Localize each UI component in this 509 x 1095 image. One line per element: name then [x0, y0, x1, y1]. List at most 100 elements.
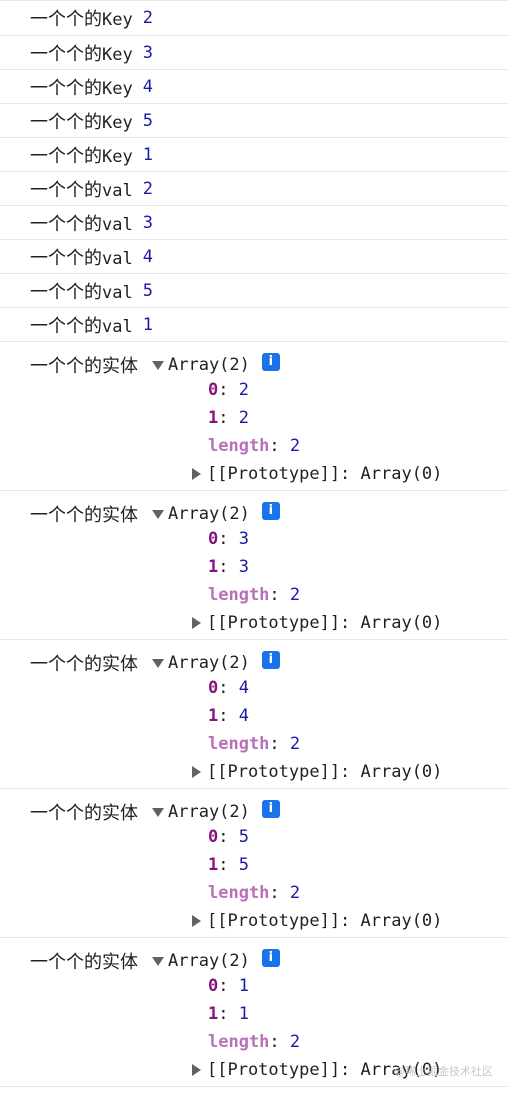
- item-value: 5: [238, 827, 249, 847]
- length-key: length: [208, 883, 270, 903]
- item-value: 2: [238, 380, 249, 400]
- array-type: Array(2): [168, 951, 250, 971]
- triangle-down-icon[interactable]: [152, 509, 164, 519]
- array-header[interactable]: 一个个的实体 Array(2) i: [30, 948, 280, 974]
- array-item: 0: 1: [208, 976, 249, 996]
- log-label-text: 一个个的: [30, 213, 102, 235]
- item-value: 4: [238, 706, 249, 726]
- array-item: 1: 2: [208, 408, 249, 428]
- triangle-right-icon[interactable]: [192, 1064, 201, 1076]
- length-value: 2: [289, 734, 301, 754]
- log-label: 一个个的Key: [30, 40, 133, 66]
- info-icon[interactable]: i: [261, 800, 280, 818]
- prototype-row[interactable]: [[Prototype]]: Array(0): [192, 464, 442, 484]
- triangle-down-icon[interactable]: [152, 956, 164, 966]
- length-key: length: [208, 734, 270, 754]
- array-item: 1: 4: [208, 706, 249, 726]
- triangle-right-icon[interactable]: [192, 468, 201, 480]
- log-label-key: val: [102, 248, 133, 269]
- array-item: 0: 2: [208, 380, 249, 400]
- log-value: 1: [142, 314, 153, 335]
- prototype-row[interactable]: [[Prototype]]: Array(0): [192, 911, 442, 931]
- array-type: Array(2): [168, 653, 250, 673]
- log-label-key: Key: [102, 112, 133, 133]
- index-key: 1: [208, 408, 219, 428]
- log-value: 3: [142, 42, 153, 63]
- log-label-key: Key: [102, 146, 133, 167]
- array-type: Array(2): [168, 504, 250, 524]
- array-item: 0: 4: [208, 678, 249, 698]
- prototype-text: [[Prototype]]: Array(0): [207, 911, 443, 931]
- length-key: length: [208, 1032, 270, 1052]
- triangle-right-icon[interactable]: [192, 766, 201, 778]
- info-icon[interactable]: i: [261, 949, 280, 967]
- triangle-right-icon[interactable]: [192, 915, 201, 927]
- log-label-text: 一个个的: [30, 145, 102, 167]
- log-label-text: 一个个的: [30, 179, 102, 201]
- log-label-text: 一个个的: [30, 247, 102, 269]
- item-value: 1: [238, 1004, 249, 1024]
- log-label-key: val: [102, 180, 133, 201]
- prototype-text: [[Prototype]]: Array(0): [207, 464, 443, 484]
- info-icon[interactable]: i: [261, 502, 280, 520]
- prototype-row[interactable]: [[Prototype]]: Array(0): [192, 762, 442, 782]
- array-length: length: 2: [208, 585, 301, 605]
- length-value: 2: [289, 883, 301, 903]
- index-key: 0: [208, 827, 219, 847]
- log-label: 一个个的实体: [30, 505, 138, 526]
- log-label: 一个个的实体: [30, 803, 138, 824]
- console-output: 一个个的Key 2 一个个的Key 3 一个个的Key 4 一个个的Key 5 …: [0, 0, 509, 1087]
- console-message: 一个个的Key 2: [0, 0, 509, 36]
- triangle-down-icon[interactable]: [152, 807, 164, 817]
- array-length: length: 2: [208, 1032, 301, 1052]
- array-header[interactable]: 一个个的实体 Array(2) i: [30, 799, 280, 825]
- array-header[interactable]: 一个个的实体 Array(2) i: [30, 650, 280, 676]
- log-label: 一个个的实体: [30, 356, 138, 377]
- log-label: 一个个的val: [30, 210, 133, 236]
- log-label: 一个个的实体: [30, 654, 138, 675]
- length-value: 2: [289, 585, 301, 605]
- log-label-key: Key: [102, 44, 133, 65]
- console-message: 一个个的Key 3: [0, 36, 509, 70]
- array-header[interactable]: 一个个的实体 Array(2) i: [30, 352, 280, 378]
- log-label: 一个个的实体: [30, 952, 138, 973]
- triangle-down-icon[interactable]: [152, 360, 164, 370]
- log-label-text: 一个个的: [30, 281, 102, 303]
- console-message: 一个个的val 1: [0, 308, 509, 342]
- array-item: 1: 3: [208, 557, 249, 577]
- item-value: 4: [238, 678, 249, 698]
- log-label-text: 一个个的: [30, 9, 102, 30]
- prototype-text: [[Prototype]]: Array(0): [207, 613, 443, 633]
- index-key: 0: [208, 976, 219, 996]
- array-item: 1: 1: [208, 1004, 249, 1024]
- length-key: length: [208, 585, 270, 605]
- console-message-array: 一个个的实体 Array(2) i 0: 2 1: 2 length: 2 [[…: [0, 342, 509, 491]
- prototype-row[interactable]: [[Prototype]]: Array(0): [192, 613, 442, 633]
- index-key: 0: [208, 380, 219, 400]
- item-value: 3: [238, 557, 249, 577]
- log-label: 一个个的Key: [30, 74, 133, 100]
- item-value: 3: [238, 529, 249, 549]
- prototype-text: [[Prototype]]: Array(0): [207, 762, 443, 782]
- array-item: 0: 3: [208, 529, 249, 549]
- triangle-right-icon[interactable]: [192, 617, 201, 629]
- log-label-text: 一个个的: [30, 111, 102, 133]
- log-value: 2: [142, 178, 153, 199]
- array-header[interactable]: 一个个的实体 Array(2) i: [30, 501, 280, 527]
- index-key: 1: [208, 557, 219, 577]
- log-label-key: val: [102, 214, 133, 235]
- log-label-key: val: [102, 316, 133, 337]
- info-icon[interactable]: i: [261, 353, 280, 371]
- triangle-down-icon[interactable]: [152, 658, 164, 668]
- info-icon[interactable]: i: [261, 651, 280, 669]
- item-value: 2: [238, 408, 249, 428]
- array-item: 1: 5: [208, 855, 249, 875]
- watermark: @稀土掘金技术社区: [394, 1065, 493, 1078]
- console-message: 一个个的Key 4: [0, 70, 509, 104]
- log-label: 一个个的val: [30, 312, 133, 338]
- index-key: 1: [208, 1004, 219, 1024]
- log-value: 1: [142, 144, 153, 165]
- log-label: 一个个的Key: [30, 5, 133, 31]
- log-label-text: 一个个的: [30, 77, 102, 99]
- log-value: 2: [142, 8, 153, 28]
